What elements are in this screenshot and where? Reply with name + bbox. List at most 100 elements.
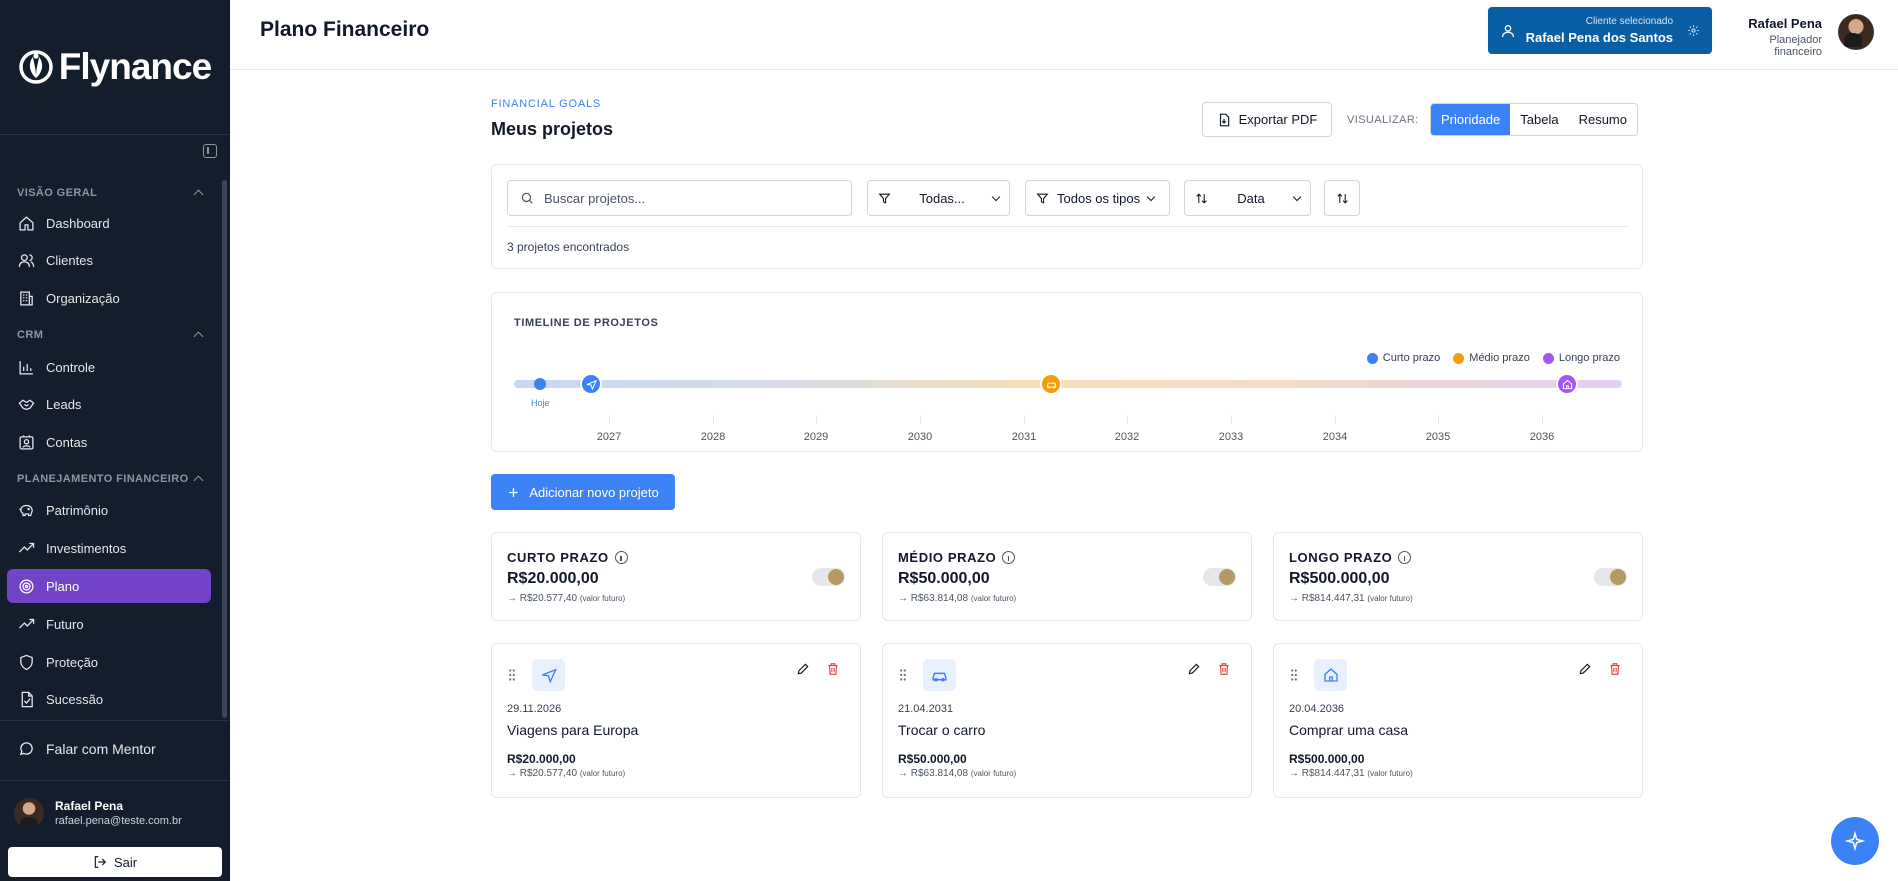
- sidebar-item-clientes[interactable]: Clientes: [7, 243, 211, 277]
- trash-icon[interactable]: [1217, 662, 1231, 676]
- planner-avatar[interactable]: [1838, 14, 1874, 50]
- sort-direction-button[interactable]: [1324, 180, 1360, 216]
- type-filter-dropdown[interactable]: Todos os tipos: [1025, 180, 1170, 216]
- search-input[interactable]: [544, 190, 834, 206]
- export-pdf-button[interactable]: Exportar PDF: [1202, 102, 1332, 137]
- future-note: (valor futuro): [579, 594, 626, 603]
- future-amount: → R$63.814,08: [898, 593, 969, 604]
- pencil-icon[interactable]: [1187, 662, 1201, 676]
- summary-value: R$20.000,00: [507, 570, 599, 587]
- timeline-marker-casa[interactable]: [1556, 373, 1578, 395]
- status-filter-dropdown[interactable]: Todas...: [867, 180, 1010, 216]
- project-icon-box: [532, 659, 565, 691]
- sidebar-item-leads[interactable]: Leads: [7, 387, 211, 421]
- sidebar-item-organizacao[interactable]: Organização: [7, 281, 211, 315]
- view-label: VISUALIZAR:: [1347, 114, 1419, 126]
- sidebar-item-label: Dashboard: [46, 215, 110, 231]
- summary-toggle[interactable]: [1594, 568, 1627, 586]
- view-tabela-button[interactable]: Tabela: [1510, 104, 1569, 135]
- sidebar-item-protecao[interactable]: Proteção: [7, 645, 211, 679]
- drag-handle-icon[interactable]: [1291, 669, 1297, 681]
- info-icon[interactable]: [1002, 551, 1016, 564]
- section-planejamento-financeiro[interactable]: PLANEJAMENTO FINANCEIRO: [17, 473, 204, 486]
- summary-value: R$500.000,00: [1289, 570, 1390, 587]
- summary-title: LONGO PRAZO: [1289, 550, 1393, 565]
- summary-card-curto: CURTO PRAZO R$20.000,00 → R$20.577,40 (v…: [491, 532, 861, 621]
- gear-icon[interactable]: [1687, 24, 1700, 37]
- drag-handle-icon[interactable]: [509, 669, 515, 681]
- sidebar-collapse-icon[interactable]: [203, 144, 217, 158]
- project-name: Viagens para Europa: [507, 722, 639, 738]
- sidebar-item-futuro[interactable]: Futuro: [7, 607, 211, 641]
- brand-logo[interactable]: Flynance: [0, 0, 230, 135]
- section-visao-geral[interactable]: VISÃO GERAL: [17, 187, 204, 200]
- pencil-icon[interactable]: [1578, 662, 1592, 676]
- sort-dropdown[interactable]: Data: [1184, 180, 1311, 216]
- results-count: 3 projetos encontrados: [507, 240, 630, 254]
- trash-icon[interactable]: [826, 662, 840, 676]
- sidebar-item-sucessao[interactable]: Sucessão: [7, 682, 211, 716]
- project-name: Comprar uma casa: [1289, 722, 1409, 738]
- sidebar-item-label: Sucessão: [46, 691, 104, 707]
- add-project-button[interactable]: Adicionar novo projeto: [491, 474, 675, 510]
- search-box[interactable]: [507, 180, 852, 216]
- project-future-value: → R$814.447,31 (valor futuro): [1289, 768, 1413, 779]
- sidebar-item-dashboard[interactable]: Dashboard: [7, 206, 211, 240]
- legend-label: Longo prazo: [1558, 352, 1620, 364]
- sidebar-item-controle[interactable]: Controle: [7, 350, 211, 384]
- summary-header: CURTO PRAZO: [507, 550, 628, 565]
- filter-icon: [878, 193, 891, 204]
- bar-chart-icon: [19, 360, 33, 375]
- sidebar-item-plano[interactable]: Plano: [7, 569, 211, 603]
- status-filter-value: Todas...: [919, 190, 965, 206]
- section-crm[interactable]: CRM: [17, 329, 204, 342]
- summary-toggle[interactable]: [1203, 568, 1236, 586]
- project-card-carro[interactable]: 21.04.2031 Trocar o carro R$50.000,00 → …: [882, 643, 1252, 798]
- year-tick: [1438, 415, 1439, 423]
- project-icon-box: [923, 659, 956, 691]
- project-name: Trocar o carro: [898, 722, 986, 738]
- sidebar: Flynance VISÃO GERAL Dashboard Clientes …: [0, 0, 230, 881]
- logout-icon: [94, 856, 107, 868]
- search-icon: [521, 192, 533, 204]
- view-resumo-button[interactable]: Resumo: [1568, 104, 1637, 135]
- year-label: 2031: [1011, 431, 1037, 443]
- sort-value: Data: [1237, 190, 1265, 206]
- view-prioridade-button[interactable]: Prioridade: [1431, 104, 1511, 135]
- timeline-marker-viagens[interactable]: [580, 373, 602, 395]
- talk-to-mentor-button[interactable]: Falar com Mentor: [18, 740, 156, 757]
- selected-client-button[interactable]: Cliente selecionado Rafael Pena dos Sant…: [1488, 7, 1712, 54]
- planner-info[interactable]: Rafael Pena Planejador financeiro: [1724, 16, 1822, 58]
- project-card-viagens[interactable]: 29.11.2026 Viagens para Europa R$20.000,…: [491, 643, 861, 798]
- client-name: Rafael Pena dos Santos: [1525, 30, 1673, 45]
- trash-icon[interactable]: [1608, 662, 1622, 676]
- legend-item-medio: Médio prazo: [1453, 352, 1530, 364]
- future-note: (valor futuro): [1367, 769, 1413, 778]
- flynance-logo-icon: [19, 50, 53, 84]
- filter-icon: [1036, 193, 1049, 204]
- drag-handle-icon[interactable]: [900, 669, 906, 681]
- sidebar-user[interactable]: Rafael Pena rafael.pena@teste.com.br: [14, 798, 182, 828]
- info-icon[interactable]: [614, 551, 628, 564]
- summary-toggle[interactable]: [812, 568, 845, 586]
- sidebar-item-label: Leads: [46, 396, 82, 412]
- year-tick: [816, 415, 817, 423]
- timeline-marker-carro[interactable]: [1040, 373, 1062, 395]
- ai-assistant-button[interactable]: [1831, 817, 1879, 865]
- sidebar-item-patrimonio[interactable]: Patrimônio: [7, 493, 211, 527]
- sidebar-scrollbar[interactable]: [222, 180, 227, 718]
- summary-value: R$50.000,00: [898, 570, 990, 587]
- project-card-casa[interactable]: 20.04.2036 Comprar uma casa R$500.000,00…: [1273, 643, 1643, 798]
- sidebar-item-investimentos[interactable]: Investimentos: [7, 531, 211, 565]
- info-icon[interactable]: [1398, 551, 1412, 564]
- legend-item-curto: Curto prazo: [1366, 352, 1440, 364]
- section-title-label: CRM: [17, 329, 44, 341]
- planner-role: Planejador financeiro: [1769, 34, 1822, 58]
- pencil-icon[interactable]: [796, 662, 810, 676]
- summary-title: MÉDIO PRAZO: [898, 550, 997, 565]
- sidebar-item-contas[interactable]: Contas: [7, 425, 211, 459]
- page-title: Plano Financeiro: [260, 18, 430, 41]
- logout-button[interactable]: Sair: [8, 847, 222, 877]
- airplane-icon: [586, 379, 597, 390]
- section-title-label: VISÃO GERAL: [17, 187, 98, 199]
